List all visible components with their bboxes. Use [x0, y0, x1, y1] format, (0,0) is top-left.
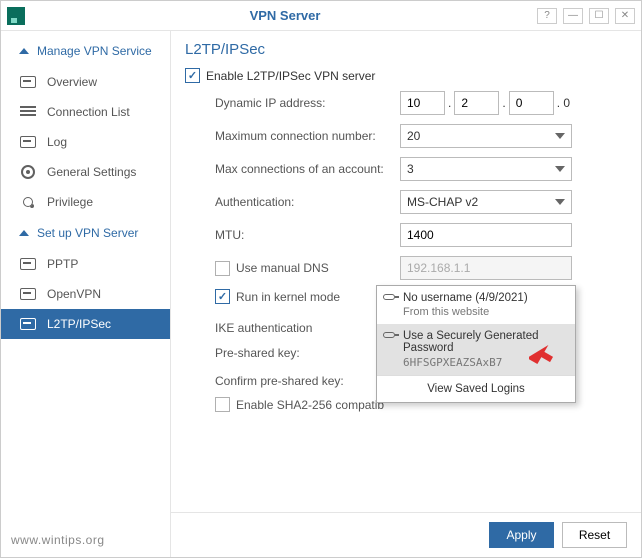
saved-login-subtitle: From this website: [403, 306, 565, 318]
watermark-left: www.wintips.org: [11, 533, 105, 547]
sidebar-section-manage[interactable]: Manage VPN Service: [1, 35, 170, 67]
app-icon: [7, 7, 25, 25]
sidebar-item-label: General Settings: [47, 165, 136, 179]
sidebar-item-label: Connection List: [47, 105, 130, 119]
close-button[interactable]: ✕: [615, 8, 635, 24]
sidebar-item-label: PPTP: [47, 257, 78, 271]
max-conn-label: Maximum connection number:: [215, 129, 400, 143]
sha256-label: Enable SHA2-256 compatib: [236, 398, 384, 412]
max-acc-value: 3: [407, 162, 414, 176]
chevron-down-icon: [555, 133, 565, 139]
sidebar-item-label: Log: [47, 135, 67, 149]
sidebar-section-setup[interactable]: Set up VPN Server: [1, 217, 170, 249]
sidebar-item-l2tp[interactable]: L2TP/IPSec: [1, 309, 170, 339]
overview-icon: [19, 75, 37, 89]
manual-dns-input: [400, 256, 572, 280]
saved-login-title: No username (4/9/2021): [403, 292, 565, 304]
maximize-button[interactable]: ☐: [589, 8, 609, 24]
openvpn-icon: [19, 287, 37, 301]
titlebar: VPN Server ? — ☐ ✕: [1, 1, 641, 31]
log-icon: [19, 135, 37, 149]
sidebar-item-label: OpenVPN: [47, 287, 101, 301]
max-conn-value: 20: [407, 129, 420, 143]
sidebar-item-log[interactable]: Log: [1, 127, 170, 157]
section-label: Manage VPN Service: [37, 44, 152, 58]
connection-list-icon: [19, 105, 37, 119]
dynip-suffix: . 0: [557, 96, 570, 110]
mtu-label: MTU:: [215, 228, 400, 242]
sidebar-item-label: L2TP/IPSec: [47, 317, 111, 331]
dynip-octet-3-input[interactable]: [509, 91, 554, 115]
vpn-server-window: VPN Server ? — ☐ ✕ Manage VPN Service Ov…: [0, 0, 642, 558]
privilege-icon: [19, 195, 37, 209]
pptp-icon: [19, 257, 37, 271]
max-conn-select[interactable]: 20: [400, 124, 572, 148]
dynamic-ip-label: Dynamic IP address:: [215, 96, 400, 110]
dynip-octet-1-input[interactable]: [400, 91, 445, 115]
annotation-arrow: [529, 341, 555, 370]
window-title: VPN Server: [33, 8, 537, 23]
reset-button[interactable]: Reset: [562, 522, 627, 548]
manual-dns-label: Use manual DNS: [236, 261, 329, 275]
auth-value: MS-CHAP v2: [407, 195, 478, 209]
sidebar-item-openvpn[interactable]: OpenVPN: [1, 279, 170, 309]
dynip-octet-2-input[interactable]: [454, 91, 499, 115]
sidebar: Manage VPN Service Overview Connection L…: [1, 31, 171, 557]
sidebar-item-label: Overview: [47, 75, 97, 89]
enable-l2tp-checkbox[interactable]: ✓: [185, 68, 200, 83]
footer: Apply Reset: [171, 512, 641, 557]
confirm-psk-label: Confirm pre-shared key:: [215, 374, 400, 388]
sidebar-item-pptp[interactable]: PPTP: [1, 249, 170, 279]
kernel-mode-checkbox[interactable]: ✓: [215, 289, 230, 304]
key-icon: [383, 294, 395, 300]
sha256-checkbox[interactable]: ✓: [215, 397, 230, 412]
mtu-input[interactable]: [400, 223, 572, 247]
view-saved-logins-link[interactable]: View Saved Logins: [377, 375, 575, 402]
kernel-mode-label: Run in kernel mode: [236, 290, 340, 304]
chevron-up-icon: [19, 48, 29, 54]
auth-label: Authentication:: [215, 195, 400, 209]
section-label: Set up VPN Server: [37, 226, 138, 240]
max-acc-select[interactable]: 3: [400, 157, 572, 181]
page-title: L2TP/IPSec: [185, 37, 627, 68]
chevron-down-icon: [555, 199, 565, 205]
help-button[interactable]: ?: [537, 8, 557, 24]
manual-dns-checkbox[interactable]: ✓: [215, 261, 230, 276]
enable-l2tp-label: Enable L2TP/IPSec VPN server: [206, 69, 375, 83]
psk-label: Pre-shared key:: [215, 346, 400, 360]
sidebar-item-label: Privilege: [47, 195, 93, 209]
sidebar-item-privilege[interactable]: Privilege: [1, 187, 170, 217]
sidebar-item-general-settings[interactable]: General Settings: [1, 157, 170, 187]
chevron-up-icon: [19, 230, 29, 236]
sidebar-item-overview[interactable]: Overview: [1, 67, 170, 97]
gear-icon: [19, 165, 37, 179]
l2tp-icon: [19, 317, 37, 331]
apply-button[interactable]: Apply: [489, 522, 554, 548]
saved-login-item[interactable]: No username (4/9/2021) From this website: [377, 286, 575, 324]
chevron-down-icon: [555, 166, 565, 172]
key-icon: [383, 332, 395, 338]
minimize-button[interactable]: —: [563, 8, 583, 24]
auth-select[interactable]: MS-CHAP v2: [400, 190, 572, 214]
max-acc-label: Max connections of an account:: [215, 162, 400, 176]
sidebar-item-connection-list[interactable]: Connection List: [1, 97, 170, 127]
